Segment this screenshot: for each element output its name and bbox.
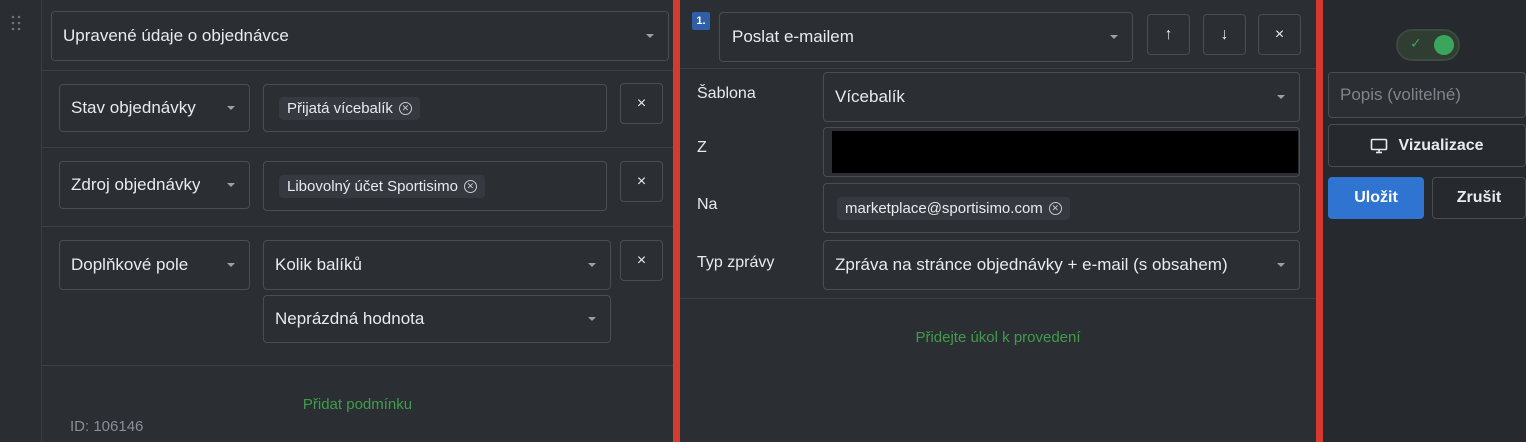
chip-remove-icon[interactable]: ✕ [398,101,412,115]
chevron-down-icon [646,34,654,38]
condition-id: ID: 106146 [70,418,144,435]
operator-value: Neprázdná hodnota [275,309,425,328]
conditions-panel [42,0,673,442]
chevron-down-icon [588,317,596,321]
step-number-badge: 1. [692,12,710,30]
arrow-up-icon: ↑ [1164,25,1173,43]
divider [42,226,673,227]
condition-group-value: Upravené údaje o objednávce [63,26,289,45]
condition-field-select[interactable]: Doplňkové pole [59,240,250,290]
close-icon: × [636,251,647,269]
active-toggle[interactable]: ✓ [1396,29,1460,61]
template-value: Vícebalík [835,87,905,106]
chevron-down-icon [1110,35,1118,39]
cancel-button[interactable]: Zrušit [1432,177,1526,219]
divider [42,70,673,71]
from-label: Z [697,139,707,156]
right-action-divider [1316,0,1323,442]
divider [42,147,673,148]
add-task-link[interactable]: Přidejte úkol k provedení [680,329,1316,346]
value-chip-label: Přijatá vícebalík [287,99,393,117]
close-icon: × [636,94,647,112]
condition-field-select[interactable]: Zdroj objednávky [59,161,250,209]
remove-condition-button[interactable]: × [620,161,663,202]
chevron-down-icon [588,263,596,267]
drag-handle-icon[interactable] [10,14,24,32]
value-chip: Libovolný účet Sportisimo ✕ [279,174,485,198]
chevron-down-icon [1277,95,1285,99]
message-type-label: Typ zprávy [697,254,775,271]
condition-field-value: Zdroj objednávky [71,175,201,194]
value-chip: Přijatá vícebalík ✕ [279,96,420,120]
drag-column [0,0,42,442]
recipient-chip-label: marketplace@sportisimo.com [845,199,1043,217]
divider [42,365,673,366]
message-type-value: Zpráva na stránce objednávky + e-mail (s… [835,255,1228,274]
description-placeholder: Popis (volitelné) [1340,85,1461,104]
action-type-select[interactable]: Poslat e-mailem [719,12,1133,62]
template-label: Šablona [697,85,756,102]
chip-remove-icon[interactable]: ✕ [1048,201,1062,215]
condition-value-multiselect[interactable]: Přijatá vícebalík ✕ [263,84,607,132]
chevron-down-icon [227,183,235,187]
left-action-divider [673,0,680,442]
divider [680,68,1316,69]
add-condition-link[interactable]: Přidat podmínku [42,396,673,413]
description-input[interactable]: Popis (volitelné) [1328,72,1526,118]
toggle-knob [1434,35,1454,55]
check-icon: ✓ [1410,35,1422,51]
save-button[interactable]: Uložit [1328,177,1424,219]
to-label: Na [697,196,718,213]
value-chip-label: Libovolný účet Sportisimo [287,177,458,195]
condition-group-select[interactable]: Upravené údaje o objednávce [51,11,669,61]
divider [680,298,1316,299]
template-select[interactable]: Vícebalík [823,72,1300,122]
move-down-button[interactable]: ↓ [1203,14,1246,55]
condition-field-value: Doplňkové pole [71,255,189,274]
redacted-block [832,131,1298,173]
chevron-down-icon [227,263,235,267]
condition-value-multiselect[interactable]: Libovolný účet Sportisimo ✕ [263,161,607,211]
monitor-icon [1371,138,1388,153]
visualize-label: Vizualizace [1398,136,1484,154]
chevron-down-icon [227,106,235,110]
side-panel [1323,0,1526,442]
close-icon: × [1274,25,1285,43]
close-icon: × [636,172,647,190]
condition-field-select[interactable]: Stav objednávky [59,84,250,132]
visualize-button[interactable]: Vizualizace [1328,124,1526,167]
remove-condition-button[interactable]: × [620,83,663,124]
to-field[interactable]: marketplace@sportisimo.com ✕ [823,183,1300,233]
extra-field-select[interactable]: Kolik balíků [263,240,611,290]
message-type-select[interactable]: Zpráva na stránce objednávky + e-mail (s… [823,240,1300,290]
remove-condition-button[interactable]: × [620,240,663,281]
cancel-label: Zrušit [1456,189,1502,206]
recipient-chip: marketplace@sportisimo.com ✕ [837,196,1070,220]
save-label: Uložit [1354,189,1398,206]
operator-select[interactable]: Neprázdná hodnota [263,295,611,343]
from-field[interactable] [823,127,1300,177]
arrow-down-icon: ↓ [1220,25,1229,43]
remove-action-button[interactable]: × [1258,14,1301,55]
action-type-value: Poslat e-mailem [732,27,854,46]
move-up-button[interactable]: ↑ [1147,14,1190,55]
extra-field-value: Kolik balíků [275,255,362,274]
condition-field-value: Stav objednávky [71,98,196,117]
chip-remove-icon[interactable]: ✕ [463,179,477,193]
chevron-down-icon [1277,263,1285,267]
